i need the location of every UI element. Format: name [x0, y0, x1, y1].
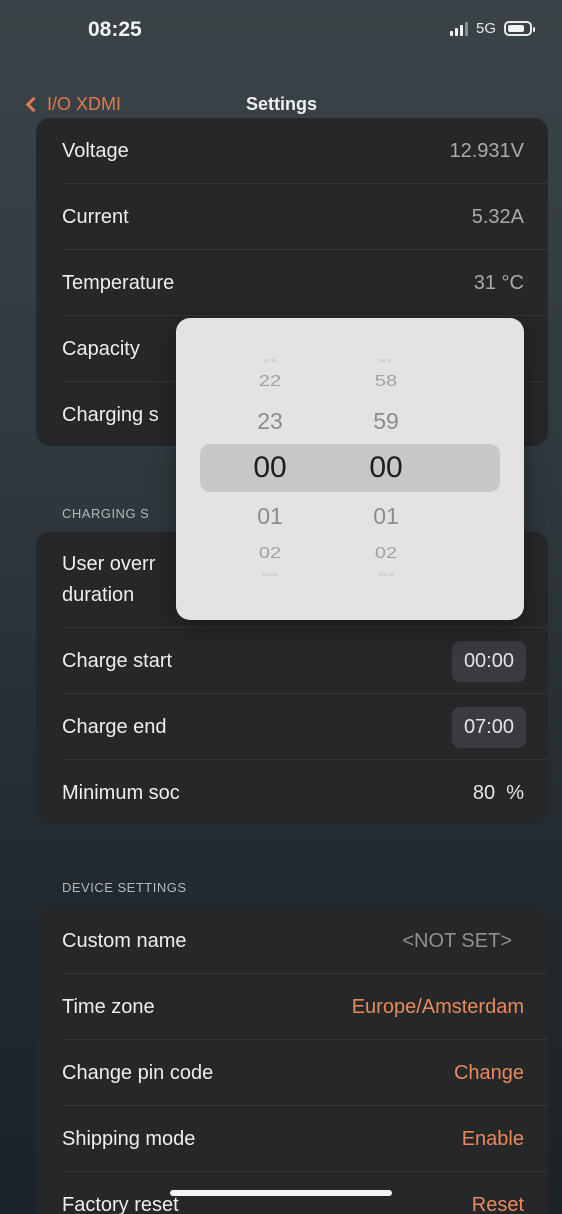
hour-option[interactable]: 23 [240, 408, 300, 435]
temperature-value: 31 °C [473, 271, 524, 294]
charge-start-label: Charge start [62, 649, 173, 672]
selected-hour[interactable]: 00 [240, 451, 300, 485]
temperature-row: Temperature 31 °C [36, 250, 548, 316]
shipping-mode-button[interactable]: Enable [462, 1128, 524, 1151]
minute-option[interactable]: 02 [356, 544, 416, 562]
minute-option[interactable]: 59 [356, 408, 416, 435]
time-zone-label: Time zone [62, 995, 155, 1018]
custom-name-row[interactable]: Custom name <NOT SET> [36, 908, 548, 974]
hour-option[interactable]: 22 [240, 372, 300, 390]
selected-minute[interactable]: 00 [356, 451, 416, 485]
charge-start-row: Charge start 00:00 [36, 628, 548, 694]
user-override-line2: duration [62, 584, 135, 606]
time-zone-value[interactable]: Europe/Amsterdam [352, 996, 524, 1019]
voltage-row: Voltage 12.931V [36, 118, 548, 184]
home-indicator[interactable] [170, 1190, 392, 1196]
charge-end-label: Charge end [62, 715, 167, 738]
status-bar: 08:25 5G [0, 0, 562, 80]
charge-end-row: Charge end 07:00 [36, 694, 548, 760]
shipping-mode-label: Shipping mode [62, 1127, 196, 1150]
current-value: 5.32A [471, 205, 524, 228]
battery-icon [504, 21, 535, 36]
minimum-soc-label: Minimum soc [62, 781, 180, 804]
time-zone-row[interactable]: Time zone Europe/Amsterdam [36, 974, 548, 1040]
user-override-label: User overr duration [62, 549, 155, 611]
minute-wheel[interactable]: 57 58 59 00 01 02 03 [356, 318, 416, 620]
back-button[interactable]: I/O XDMI [25, 94, 122, 115]
change-pin-label: Change pin code [62, 1061, 214, 1084]
device-settings-header: DEVICE SETTINGS [62, 880, 187, 895]
shipping-mode-row: Shipping mode Enable [36, 1106, 548, 1172]
minute-option[interactable]: 58 [356, 372, 416, 390]
hour-option[interactable]: 01 [240, 503, 300, 530]
time-picker-popover[interactable]: 21 22 23 00 01 02 03 57 58 59 00 01 02 0… [176, 318, 524, 620]
minimum-soc-row: Minimum soc 80 % [36, 760, 548, 824]
minute-option[interactable]: 57 [356, 357, 416, 363]
hour-option[interactable]: 02 [240, 544, 300, 562]
minimum-soc-input[interactable]: 80 % [473, 782, 524, 805]
hour-option[interactable]: 21 [240, 357, 300, 363]
change-pin-button[interactable]: Change [454, 1062, 524, 1085]
chevron-left-icon [25, 96, 42, 113]
current-label: Current [62, 205, 129, 228]
charging-state-label: Charging s [62, 403, 159, 426]
page-title: Settings [246, 94, 318, 114]
charging-section-header: CHARGING S [62, 506, 150, 521]
status-time: 08:25 [88, 18, 142, 41]
custom-name-value[interactable]: <NOT SET> [402, 930, 512, 953]
minute-option[interactable]: 01 [356, 503, 416, 530]
back-label: I/O XDMI [47, 94, 122, 114]
voltage-value: 12.931V [449, 139, 524, 162]
capacity-label: Capacity [62, 337, 140, 360]
user-override-line1: User overr [62, 553, 156, 575]
status-icons: 5G [449, 20, 535, 37]
device-settings-card: Custom name <NOT SET> Time zone Europe/A… [36, 908, 548, 1214]
minute-option[interactable]: 03 [356, 571, 416, 577]
current-row: Current 5.32A [36, 184, 548, 250]
custom-name-label: Custom name [62, 929, 187, 952]
hour-wheel[interactable]: 21 22 23 00 01 02 03 [240, 318, 300, 620]
signal-icon [449, 21, 468, 36]
change-pin-row: Change pin code Change [36, 1040, 548, 1106]
hour-option[interactable]: 03 [240, 571, 300, 577]
charge-start-time-button[interactable]: 00:00 [451, 640, 526, 682]
temperature-label: Temperature [62, 271, 175, 294]
factory-reset-label: Factory reset [62, 1193, 179, 1214]
network-type: 5G [475, 20, 496, 37]
voltage-label: Voltage [62, 139, 129, 162]
charge-end-time-button[interactable]: 07:00 [451, 706, 526, 748]
factory-reset-button[interactable]: Reset [472, 1194, 524, 1214]
